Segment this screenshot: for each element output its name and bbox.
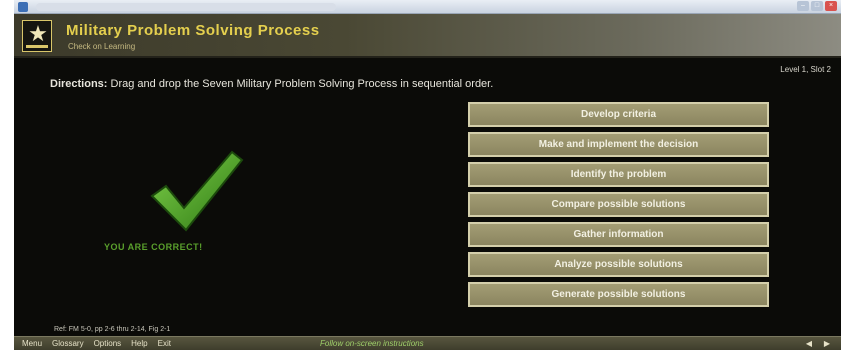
star-icon: ★ (28, 21, 48, 46)
minimize-icon[interactable]: – (797, 1, 809, 11)
step-item[interactable]: Develop criteria (468, 102, 769, 127)
course-window: ★ Military Problem Solving Process Check… (14, 14, 841, 350)
app-header: ★ Military Problem Solving Process Check… (14, 14, 841, 58)
step-item[interactable]: Compare possible solutions (468, 192, 769, 217)
page-title: Military Problem Solving Process (66, 22, 320, 39)
step-item[interactable]: Analyze possible solutions (468, 252, 769, 277)
directions-text: Directions: Drag and drop the Seven Mili… (50, 78, 493, 90)
reference-text: Ref: FM 5-0, pp 2-6 thru 2-14, Fig 2-1 (54, 326, 171, 333)
bottom-nav-bar: Menu Glossary Options Help Exit Follow o… (14, 336, 841, 350)
glossary-button[interactable]: Glossary (52, 339, 84, 349)
checkmark-icon (150, 150, 244, 232)
step-item[interactable]: Identify the problem (468, 162, 769, 187)
next-icon[interactable]: ▶ (821, 339, 833, 349)
step-item[interactable]: Gather information (468, 222, 769, 247)
army-star-logo: ★ (22, 20, 52, 52)
step-item[interactable]: Generate possible solutions (468, 282, 769, 307)
browser-title-bar: – □ × (14, 0, 841, 14)
browser-favicon-icon (18, 2, 28, 12)
status-text: Follow on-screen instructions (320, 339, 424, 348)
level-indicator: Level 1, Slot 2 (780, 65, 831, 74)
playback-controls: ◀ ▶ (803, 339, 833, 349)
options-button[interactable]: Options (94, 339, 122, 349)
directions-body: Drag and drop the Seven Military Problem… (110, 78, 494, 90)
feedback-message: YOU ARE CORRECT! (104, 242, 203, 252)
previous-icon[interactable]: ◀ (803, 339, 815, 349)
page-subtitle: Check on Learning (68, 42, 136, 51)
close-icon[interactable]: × (825, 1, 837, 11)
step-item[interactable]: Make and implement the decision (468, 132, 769, 157)
maximize-icon[interactable]: □ (811, 1, 823, 11)
window-controls: – □ × (797, 1, 837, 11)
browser-url-field[interactable] (36, 3, 336, 11)
help-button[interactable]: Help (131, 339, 147, 349)
menu-button[interactable]: Menu (22, 339, 42, 349)
exit-button[interactable]: Exit (158, 339, 171, 349)
directions-label: Directions: (50, 78, 108, 90)
bottom-nav: Menu Glossary Options Help Exit (22, 339, 171, 349)
